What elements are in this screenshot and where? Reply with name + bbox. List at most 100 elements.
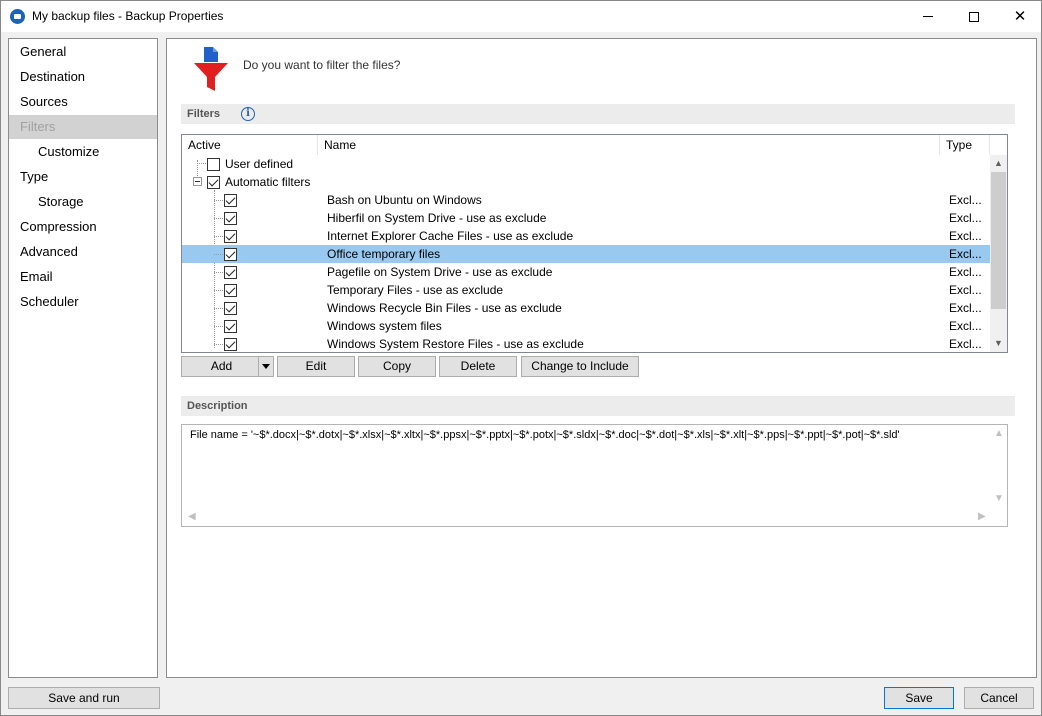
scroll-down-icon[interactable]: ▼ [990, 335, 1007, 352]
table-row[interactable]: Pagefile on System Drive - use as exclud… [182, 263, 990, 281]
filter-type: Excl... [949, 247, 982, 261]
row-checkbox[interactable] [224, 338, 237, 351]
filter-name: Office temporary files [327, 247, 441, 261]
filter-name: Pagefile on System Drive - use as exclud… [327, 265, 553, 279]
title-bar: My backup files - Backup Properties ✕ [1, 1, 1041, 32]
sidebar-item-compression[interactable]: Compression [9, 215, 157, 239]
description-text-area[interactable]: File name = '~$*.docx|~$*.dotx|~$*.xlsx|… [181, 424, 1008, 527]
filter-type: Excl... [949, 211, 982, 225]
row-checkbox[interactable] [224, 248, 237, 261]
row-checkbox[interactable] [224, 284, 237, 297]
column-header-active[interactable]: Active [182, 135, 318, 155]
filters-section-header: Filters i [181, 104, 1015, 124]
filters-panel: Do you want to filter the files? Filters… [166, 38, 1037, 678]
row-checkbox[interactable] [224, 302, 237, 315]
save-and-run-button[interactable]: Save and run [8, 687, 160, 709]
maximize-icon [969, 11, 979, 22]
backup-properties-window: My backup files - Backup Properties ✕ Ge… [0, 0, 1042, 716]
filter-name: Internet Explorer Cache Files - use as e… [327, 229, 574, 243]
close-button[interactable]: ✕ [997, 1, 1042, 32]
tree-line [214, 236, 223, 237]
row-checkbox[interactable] [224, 320, 237, 333]
sidebar-item-email[interactable]: Email [9, 265, 157, 289]
group-label: User defined [225, 157, 294, 171]
scroll-left-icon[interactable]: ◀ [188, 511, 196, 522]
sidebar-item-general[interactable]: General [9, 40, 157, 64]
save-button[interactable]: Save [884, 687, 954, 709]
table-row[interactable]: Temporary Files - use as exclude Excl... [182, 281, 990, 299]
row-checkbox[interactable] [224, 230, 237, 243]
copy-button[interactable]: Copy [358, 356, 436, 377]
sidebar-item-customize[interactable]: Customize [9, 140, 157, 164]
scroll-up-icon[interactable]: ▲ [994, 428, 1004, 439]
tree-line [214, 290, 223, 291]
description-vertical-scrollbar[interactable]: ▲ ▼ [990, 425, 1007, 509]
tree-line [214, 308, 223, 309]
minimize-button[interactable] [905, 1, 951, 32]
edit-button[interactable]: Edit [277, 356, 355, 377]
filter-name: Bash on Ubuntu on Windows [327, 193, 482, 207]
sidebar-item-storage[interactable]: Storage [9, 190, 157, 214]
filters-section-title: Filters [187, 108, 221, 120]
table-row[interactable]: Windows System Restore Files - use as ex… [182, 335, 990, 352]
filter-type: Excl... [949, 301, 982, 315]
group-row-user-defined[interactable]: User defined [182, 155, 990, 173]
scroll-up-icon[interactable]: ▲ [990, 155, 1007, 172]
description-horizontal-scrollbar[interactable]: ◀ ▶ [182, 509, 990, 526]
tree-line [214, 218, 223, 219]
filter-name: Windows Recycle Bin Files - use as exclu… [327, 301, 562, 315]
table-row[interactable]: Windows Recycle Bin Files - use as exclu… [182, 299, 990, 317]
group-row-automatic-filters[interactable]: Automatic filters [182, 173, 990, 191]
sidebar-item-type[interactable]: Type [9, 165, 157, 189]
dropdown-arrow-icon[interactable] [258, 357, 273, 376]
table-row[interactable]: Windows system files Excl... [182, 317, 990, 335]
filter-type: Excl... [949, 319, 982, 333]
description-text: File name = '~$*.docx|~$*.dotx|~$*.xlsx|… [190, 429, 900, 441]
sidebar-item-sources[interactable]: Sources [9, 90, 157, 114]
group-label: Automatic filters [225, 175, 311, 189]
add-button[interactable]: Add [181, 356, 274, 377]
filter-type: Excl... [949, 337, 982, 351]
row-checkbox[interactable] [224, 194, 237, 207]
delete-button[interactable]: Delete [439, 356, 517, 377]
filter-type: Excl... [949, 283, 982, 297]
info-icon[interactable]: i [241, 107, 255, 121]
scroll-down-icon[interactable]: ▼ [994, 493, 1004, 504]
column-header-name[interactable]: Name [318, 135, 940, 155]
collapse-icon[interactable] [193, 177, 202, 186]
tree-line [214, 200, 223, 201]
page-question: Do you want to filter the files? [243, 58, 401, 72]
filters-list-header: Active Name Type [182, 135, 1007, 155]
row-checkbox[interactable] [224, 212, 237, 225]
tree-line [214, 254, 223, 255]
table-row-selected[interactable]: Office temporary files Excl... [182, 245, 990, 263]
tree-line [214, 326, 223, 327]
filter-type: Excl... [949, 193, 982, 207]
sidebar-item-advanced[interactable]: Advanced [9, 240, 157, 264]
filter-name: Hiberfil on System Drive - use as exclud… [327, 211, 547, 225]
cancel-button[interactable]: Cancel [964, 687, 1034, 709]
change-to-include-button[interactable]: Change to Include [521, 356, 639, 377]
filters-vertical-scrollbar[interactable]: ▲ ▼ [990, 155, 1007, 352]
sidebar-item-scheduler[interactable]: Scheduler [9, 290, 157, 314]
filters-list[interactable]: Active Name Type User defined Automatic … [181, 134, 1008, 353]
add-button-label: Add [210, 359, 233, 373]
automatic-filters-checkbox[interactable] [207, 176, 220, 189]
sidebar-item-destination[interactable]: Destination [9, 65, 157, 89]
sidebar-nav: General Destination Sources Filters Cust… [8, 38, 158, 678]
filter-name: Temporary Files - use as exclude [327, 283, 504, 297]
scroll-right-icon[interactable]: ▶ [978, 511, 986, 522]
user-defined-checkbox[interactable] [207, 158, 220, 171]
table-row[interactable]: Bash on Ubuntu on Windows Excl... [182, 191, 990, 209]
filter-type: Excl... [949, 229, 982, 243]
column-header-type[interactable]: Type [940, 135, 990, 155]
maximize-button[interactable] [951, 1, 997, 32]
table-row[interactable]: Internet Explorer Cache Files - use as e… [182, 227, 990, 245]
scrollbar-thumb[interactable] [991, 172, 1006, 309]
table-row[interactable]: Hiberfil on System Drive - use as exclud… [182, 209, 990, 227]
app-logo-icon [10, 9, 25, 24]
sidebar-item-filters[interactable]: Filters [9, 115, 157, 139]
row-checkbox[interactable] [224, 266, 237, 279]
tree-line [214, 272, 223, 273]
filter-type: Excl... [949, 265, 982, 279]
